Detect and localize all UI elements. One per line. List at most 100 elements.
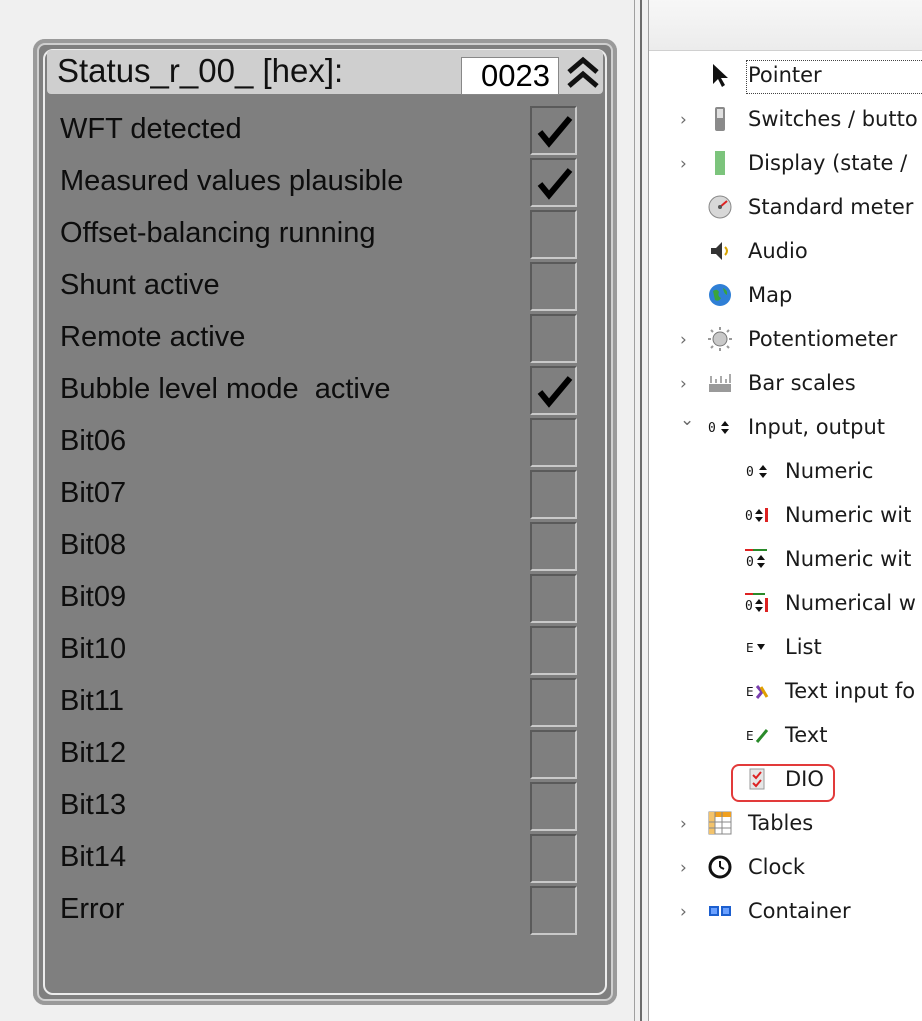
bit-checkbox[interactable] (530, 210, 577, 259)
bit-row: Bit13 (59, 782, 579, 834)
svg-text:0: 0 (746, 555, 754, 570)
bit-row: Remote active (59, 314, 579, 366)
svg-text:E: E (746, 641, 754, 655)
collapsed-chevron-icon[interactable]: › (680, 154, 687, 174)
collapsed-chevron-icon[interactable]: › (680, 858, 687, 878)
tree-item-numerical-w[interactable]: 0 Numerical w (649, 584, 922, 624)
svg-text:E: E (746, 685, 754, 699)
globe-icon (707, 282, 733, 308)
tree-item-bar-scales[interactable]: › Bar scales (649, 364, 922, 404)
expanded-chevron-icon[interactable]: ⌄ (680, 410, 694, 430)
collapsed-chevron-icon[interactable]: › (680, 110, 687, 130)
tree-item-audio[interactable]: Audio (649, 232, 922, 272)
dio-preview-pane: Status_r_00_ [hex]: 0023 WFT detected Mea… (0, 0, 634, 1021)
collapsed-chevron-icon[interactable]: › (680, 814, 687, 834)
numeric-spin-icon: 0 (745, 458, 771, 484)
bit-label: Bit14 (60, 841, 127, 873)
tree-item-label: Display (state / (748, 151, 908, 175)
bit-checkbox[interactable] (530, 158, 577, 207)
bit-checkbox[interactable] (530, 574, 577, 623)
toolbox-tree: Pointer › Switches / butto › Display (state … (649, 0, 922, 1021)
bit-label: Bit07 (60, 477, 127, 509)
tree-item-display-state[interactable]: › Display (state / (649, 144, 922, 184)
bit-label: Bit06 (60, 425, 127, 457)
tree-item-input-output[interactable]: ⌄ 0 Input, output (649, 408, 922, 448)
potentiometer-icon (707, 326, 733, 352)
tree-item-label: Bar scales (748, 371, 856, 395)
bit-checkbox[interactable] (530, 470, 577, 519)
bit-checkbox[interactable] (530, 730, 577, 779)
bit-row: Bit11 (59, 678, 579, 730)
tree-item-label: Audio (748, 239, 808, 263)
tree-item-label: Potentiometer (748, 327, 898, 351)
bit-checkbox[interactable] (530, 522, 577, 571)
tree-item-text[interactable]: E Text (649, 716, 922, 756)
bit-label: Shunt active (60, 269, 220, 301)
bit-row: Bit06 (59, 418, 579, 470)
bit-checkbox[interactable] (530, 366, 577, 415)
bit-checkbox[interactable] (530, 418, 577, 467)
collapsed-chevron-icon[interactable]: › (680, 374, 687, 394)
tree-item-label: Text input fo (785, 679, 916, 703)
dio-widget[interactable]: Status_r_00_ [hex]: 0023 WFT detected Mea… (33, 39, 617, 1005)
bit-row: Error (59, 886, 579, 938)
tree-item-container[interactable]: › Container (649, 892, 922, 932)
collapsed-chevron-icon[interactable]: › (680, 902, 687, 922)
bit-checkbox[interactable] (530, 834, 577, 883)
bit-checkbox[interactable] (530, 262, 577, 311)
bit-checkbox[interactable] (530, 106, 577, 155)
dio-highlight-marker (731, 764, 835, 802)
tree-item-label: Text (785, 723, 828, 747)
hex-value-field[interactable]: 0023 (461, 57, 559, 95)
svg-text:0: 0 (746, 465, 754, 480)
bit-checkbox[interactable] (530, 782, 577, 831)
tree-item-potentiometer[interactable]: › Potentiometer (649, 320, 922, 360)
tree-item-numeric-wit[interactable]: 0 Numeric wit (649, 496, 922, 536)
bit-row: WFT detected (59, 106, 579, 158)
svg-text:0: 0 (708, 421, 716, 436)
bit-row: Bit10 (59, 626, 579, 678)
bit-checkbox[interactable] (530, 678, 577, 727)
table-grid-icon (707, 810, 733, 836)
tree-item-text-input-fo[interactable]: E Text input fo (649, 672, 922, 712)
tree-item-tables[interactable]: › Tables (649, 804, 922, 844)
tree-item-standard-meter[interactable]: Standard meter (649, 188, 922, 228)
tree-item-label: Container (748, 899, 851, 923)
bit-row: Bit07 (59, 470, 579, 522)
tree-item-list[interactable]: E List (649, 628, 922, 668)
meter-gauge-icon (707, 194, 733, 220)
bit-row: Bit08 (59, 522, 579, 574)
pane-splitter[interactable] (634, 0, 649, 1021)
bit-label: Error (60, 893, 125, 925)
bit-checkbox[interactable] (530, 886, 577, 935)
tree-item-numeric-wit[interactable]: 0 Numeric wit (649, 540, 922, 580)
tree-item-label: Numeric (785, 459, 874, 483)
text-edit-icon: E (745, 722, 771, 748)
bit-checkbox[interactable] (530, 314, 577, 363)
double-chevron-up-icon (567, 56, 599, 88)
bit-label: Measured values plausible (60, 165, 404, 197)
splitter-line (640, 0, 642, 1021)
bit-label: WFT detected (60, 113, 242, 145)
bit-checkbox[interactable] (530, 626, 577, 675)
numeric-spin-limit-icon: 0 (745, 546, 771, 572)
bit-row: Bit09 (59, 574, 579, 626)
collapsed-chevron-icon[interactable]: › (680, 330, 687, 350)
tree-item-label: Clock (748, 855, 806, 879)
tree-item-label: Tables (748, 811, 814, 835)
numeric-io-icon: 0 (707, 414, 733, 440)
tree-item-label: Standard meter (748, 195, 914, 219)
bit-row: Shunt active (59, 262, 579, 314)
bit-row: Measured values plausible (59, 158, 579, 210)
tree-item-clock[interactable]: › Clock (649, 848, 922, 888)
svg-text:0: 0 (745, 599, 753, 614)
collapse-button[interactable] (565, 54, 601, 92)
tree-item-switches-butto[interactable]: › Switches / butto (649, 100, 922, 140)
bit-label: Offset-balancing running (60, 217, 376, 249)
pointer-arrow-icon (707, 62, 733, 88)
tree-item-map[interactable]: Map (649, 276, 922, 316)
tree-item-label: Numerical w (785, 591, 916, 615)
tree-item-numeric[interactable]: 0 Numeric (649, 452, 922, 492)
bit-label: Bubble level mode active (60, 373, 391, 405)
tree-item-pointer[interactable]: Pointer (649, 56, 922, 96)
